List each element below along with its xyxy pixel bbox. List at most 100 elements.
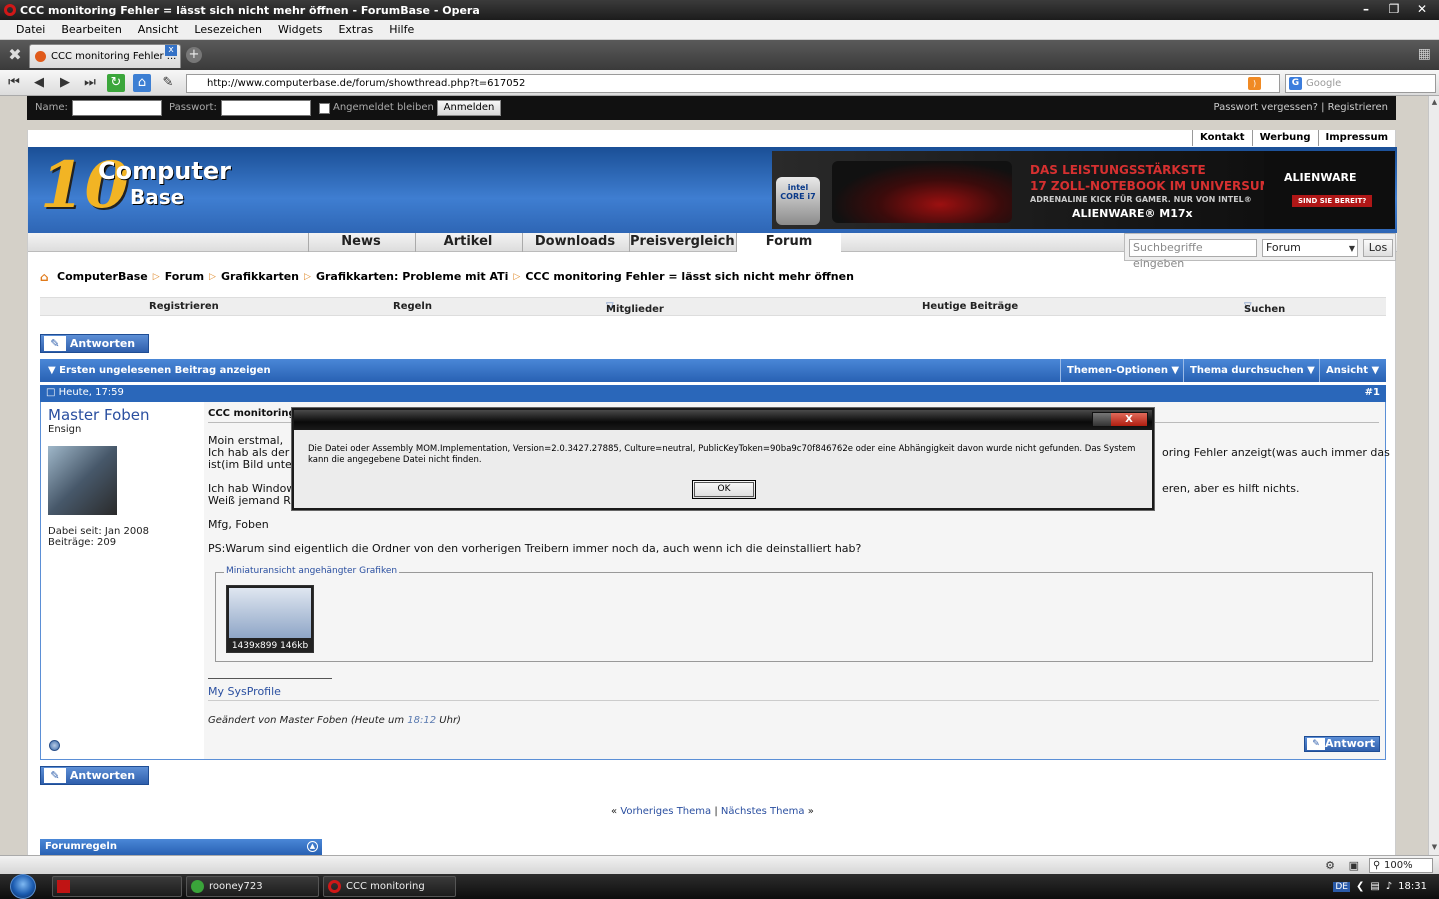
camera-icon[interactable]: ▣ [1349,859,1359,872]
werbung-link[interactable]: Werbung [1251,130,1318,146]
tab-news[interactable]: News [308,233,413,252]
fast-forward-icon[interactable]: ⏭ [81,74,99,92]
close-tab-icon[interactable]: x [165,45,177,56]
tab-forum[interactable]: Forum [736,233,841,252]
panel-icon[interactable]: ⚙ [1325,859,1335,872]
clock[interactable]: 18:31 [1398,881,1427,892]
menu-hilfe[interactable]: Hilfe [381,23,422,36]
rewind-icon[interactable]: ⏮ [5,74,23,92]
tab-downloads[interactable]: Downloads [522,233,627,252]
search-input[interactable]: G Google [1285,74,1436,93]
forum-rules-header[interactable]: Forumregeln ▲ [40,839,322,855]
chevron-left-icon[interactable]: ❮ [1356,881,1364,892]
reload-icon[interactable]: ↻ [107,74,125,92]
dialog-close-button[interactable]: X [1111,413,1147,426]
breadcrumb-ati[interactable]: Grafikkarten: Probleme mit ATi [316,270,508,283]
reply-button-top[interactable]: ✎ Antworten [40,334,149,353]
search-placeholder: Google [1306,78,1342,89]
browser-tab[interactable]: CCC monitoring Fehler ... x [29,44,181,68]
forward-icon[interactable]: ▶ [56,74,74,92]
login-button[interactable]: Anmelden [437,100,501,116]
volume-icon[interactable]: ♪ [1386,881,1392,892]
post-number-link[interactable]: #1 [1365,387,1380,398]
taskbar-item-opera[interactable]: CCC monitoring Fehler... [323,876,456,897]
minimize-button[interactable]: – [1353,0,1379,18]
impressum-link[interactable]: Impressum [1317,130,1395,146]
system-tray: DE ❮ ▤ ♪ 18:31 [1294,874,1439,899]
search-scope-select[interactable]: Forum ▼ [1262,239,1358,257]
menu-datei[interactable]: Datei [8,23,53,36]
sysprofile-link[interactable]: My SysProfile [208,685,281,698]
subnav-suchen[interactable]: Suchen ▽ [1244,301,1285,315]
breadcrumb-arrow-icon: ▷ [304,271,311,282]
password-input[interactable] [221,100,311,116]
search-go-button[interactable]: Los [1363,239,1393,257]
maximize-button[interactable]: ❐ [1381,0,1407,18]
breadcrumb-thread: CCC monitoring Fehler = lässt sich nicht… [525,270,854,283]
tab-label: CCC monitoring Fehler ... [51,51,177,62]
previous-thread-link[interactable]: Vorheriges Thema [620,806,711,817]
thread-options-menu[interactable]: Themen-Optionen ▼ [1060,359,1185,382]
breadcrumb: ⌂ ComputerBase ▷ Forum ▷ Grafikkarten ▷ … [40,270,854,283]
address-input[interactable]: http://www.computerbase.de/forum/showthr… [186,74,1280,93]
breadcrumb-grafikkarten[interactable]: Grafikkarten [221,270,299,283]
collapse-icon[interactable]: ▲ [307,841,318,852]
start-button[interactable] [6,874,42,899]
menu-lesezeichen[interactable]: Lesezeichen [186,23,270,36]
taskbar-item-messenger[interactable]: rooney723 <lucas.kol... [186,876,319,897]
view-menu[interactable]: Ansicht ▼ [1319,359,1385,382]
breadcrumb-forum[interactable]: Forum [165,270,204,283]
thread-search-menu[interactable]: Thema durchsuchen ▼ [1183,359,1321,382]
dialog-titlebar: X [294,410,1152,430]
tab-artikel[interactable]: Artikel [415,233,520,252]
edit-icon[interactable]: ✎ [159,74,177,92]
menu-bearbeiten[interactable]: Bearbeiten [53,23,129,36]
password-label: Passwort: [169,102,217,113]
close-window-button[interactable]: ✕ [1409,0,1435,18]
subnav-registrieren[interactable]: Registrieren [149,301,219,312]
vertical-scrollbar[interactable]: ▲ ▼ [1428,96,1439,855]
network-icon[interactable]: ▤ [1370,881,1379,892]
first-unread-link[interactable]: ▼ Ersten ungelesenen Beitrag anzeigen [48,365,271,376]
kontakt-link[interactable]: Kontakt [1192,130,1252,146]
taskbar-item-ati[interactable] [52,876,182,897]
home-icon[interactable]: ⌂ [133,74,151,92]
menu-extras[interactable]: Extras [330,23,381,36]
language-indicator[interactable]: DE [1333,881,1350,892]
register-link[interactable]: Registrieren [1328,102,1388,113]
name-input[interactable] [72,100,162,116]
menu-widgets[interactable]: Widgets [270,23,330,36]
trash-icon[interactable]: ▦ [1418,46,1431,62]
attachments-box: Miniaturansicht angehängter Grafiken 143… [215,566,1373,662]
menu-ansicht[interactable]: Ansicht [130,23,187,36]
remember-checkbox[interactable] [319,103,330,114]
subnav-mitglieder[interactable]: Mitglieder ▽ [606,301,664,315]
zoom-select[interactable]: ⚲ 100% [1369,858,1433,873]
subnav-heutige-beitraege[interactable]: Heutige Beiträge [922,301,1018,312]
scroll-up-icon[interactable]: ▲ [1430,98,1439,108]
site-search-input[interactable]: Suchbegriffe eingeben [1129,239,1257,270]
post-line: Weiß jemand Ra [208,494,298,507]
next-thread-link[interactable]: Nächstes Thema [721,806,805,817]
reply-button-post[interactable]: ✎ Antwort [1304,736,1380,752]
new-tab-icon[interactable]: + [186,47,202,63]
ad-banner[interactable]: intel CORE i7 DAS LEISTUNGSSTÄRKSTE 17 Z… [772,151,1395,229]
dialog-ok-button[interactable]: OK [692,480,756,499]
breadcrumb-computerbase[interactable]: ComputerBase [57,270,148,283]
scroll-down-icon[interactable]: ▼ [1430,843,1439,853]
tab-preisvergleich[interactable]: Preisvergleich [629,233,735,252]
rss-icon[interactable]: ) [1248,77,1261,90]
back-icon[interactable]: ◀ [30,74,48,92]
reply-button-bottom[interactable]: ✎ Antworten [40,766,149,785]
post-line: Mfg, Foben [208,518,269,531]
username-link[interactable]: Master Foben [48,406,150,424]
reply-icon: ✎ [44,768,66,783]
user-title: Ensign [48,424,82,435]
post-line-fragment: oring Fehler anzeigt(was auch immer das [1162,446,1390,459]
forgot-password-link[interactable]: Passwort vergessen? [1214,102,1318,113]
computerbase-logo[interactable]: 10 Computer Base [40,151,231,229]
attachment-thumbnail[interactable]: 1439x899 146kb [226,585,314,653]
tools-icon[interactable]: ✖ [5,45,25,65]
subnav-regeln[interactable]: Regeln [393,301,432,312]
laptop-image [832,161,1012,223]
